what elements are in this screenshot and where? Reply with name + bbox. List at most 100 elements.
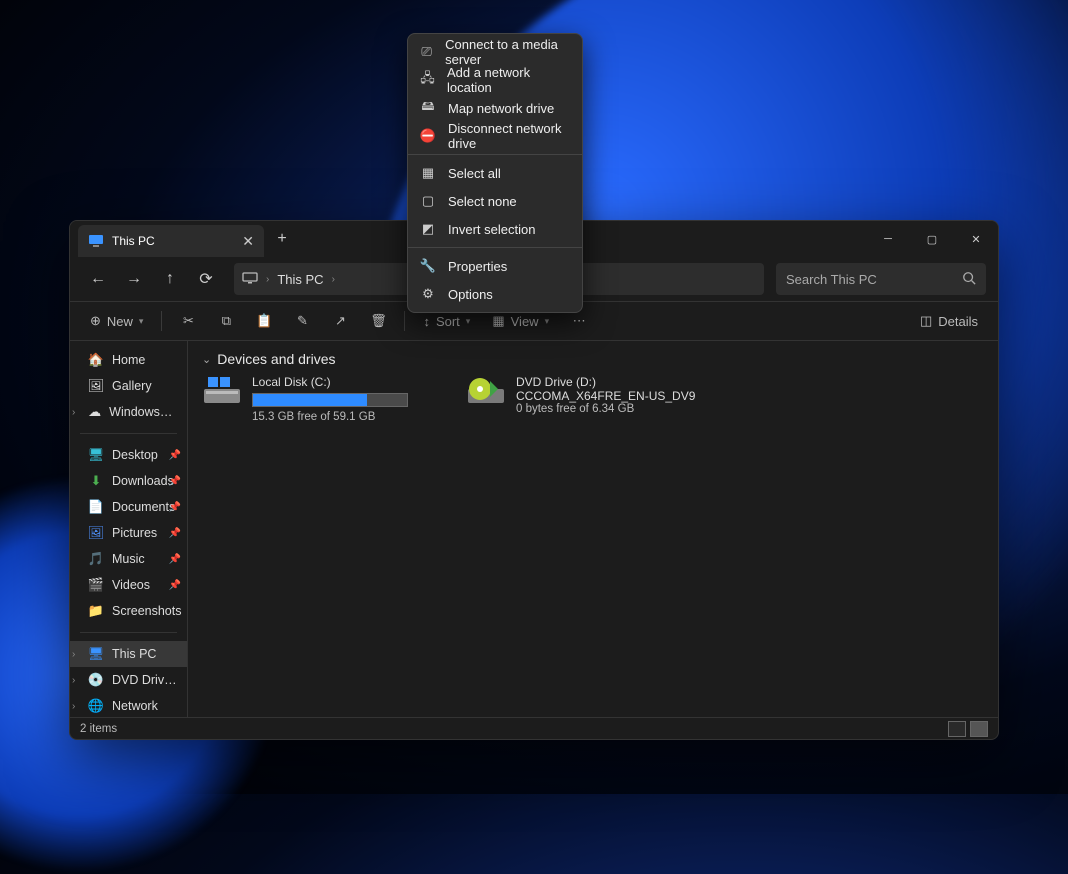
maximize-button[interactable]: ▢ (910, 221, 954, 257)
status-bar: 2 items (70, 717, 998, 739)
tab-this-pc[interactable]: This PC ✕ (78, 225, 264, 257)
tab-close-icon[interactable]: ✕ (242, 233, 254, 250)
chevron-right-icon[interactable]: › (72, 675, 75, 686)
ctx-connect-media-server[interactable]: ⎚Connect to a media server (408, 38, 582, 66)
ctx-label: Select all (448, 166, 501, 181)
up-button[interactable]: ↑ (154, 263, 186, 295)
paste-icon: 📋 (256, 313, 272, 329)
copy-button[interactable]: ⧉ (210, 307, 242, 335)
music-icon: 🎵 (88, 551, 104, 567)
forward-button[interactable]: → (118, 263, 150, 295)
sidebar-item-videos[interactable]: 🎬Videos📌 (70, 572, 187, 598)
ctx-label: Options (448, 287, 493, 302)
desktop-icon: 🖥 (88, 447, 104, 463)
sidebar-item-home[interactable]: 🏠Home (70, 347, 187, 373)
chevron-right-icon[interactable]: › (332, 274, 335, 285)
search-placeholder: Search This PC (786, 272, 877, 287)
sidebar-item-gallery[interactable]: 🖼Gallery (70, 373, 187, 399)
ctx-properties[interactable]: 🔧 Properties (408, 252, 582, 280)
back-button[interactable]: ← (82, 263, 114, 295)
network-icon: 🌐 (88, 698, 104, 714)
pin-icon[interactable]: 📌 (169, 580, 181, 591)
sidebar-item-label: This PC (112, 647, 156, 661)
drive-name: Local Disk (C:) (252, 375, 408, 389)
sort-icon: ↕ (423, 314, 430, 329)
share-icon: ↗ (335, 313, 346, 329)
group-header-devices[interactable]: ⌄ Devices and drives (202, 351, 984, 367)
drive-free-text: 0 bytes free of 6.34 GB (516, 403, 695, 415)
ctx-map-network-drive[interactable]: 🖴Map network drive (408, 94, 582, 122)
window-controls: ─ ▢ ✕ (866, 221, 998, 257)
ctx-disconnect-network-drive[interactable]: ⛔Disconnect network drive (408, 122, 582, 150)
sidebar-item-network[interactable]: › 🌐 Network (70, 693, 187, 717)
body: 🏠Home 🖼Gallery ›☁WindowsLatest 🖥 Desktop 📌… (70, 341, 998, 717)
ctx-options[interactable]: ⚙Options (408, 280, 582, 308)
view-details-toggle[interactable] (948, 721, 966, 737)
pin-icon[interactable]: 📌 (169, 554, 181, 565)
new-button[interactable]: ⊕ New ▾ (82, 307, 151, 335)
pin-icon[interactable]: 📌 (169, 528, 181, 539)
ctx-label: Properties (448, 259, 507, 274)
sidebar-item-dvd[interactable]: ›💿DVD Drive (D:) C (70, 667, 187, 693)
ctx-add-network-location[interactable]: 🖧Add a network location (408, 66, 582, 94)
sidebar-item-label: Desktop (112, 448, 158, 462)
share-button[interactable]: ↗ (324, 307, 356, 335)
sidebar-item-desktop[interactable]: 🖥 Desktop 📌 (70, 442, 187, 468)
sidebar-item-downloads[interactable]: ⬇Downloads📌 (70, 468, 187, 494)
refresh-button[interactable]: ⟳ (190, 263, 222, 295)
drive-dvd-d[interactable]: DVD Drive (D:) CCCOMA_X64FRE_EN-US_DV9 0… (466, 375, 706, 423)
drive-name: DVD Drive (D:) (516, 375, 695, 389)
monitor-icon (242, 270, 258, 289)
wrench-icon: 🔧 (420, 258, 436, 274)
sidebar-item-label: DVD Drive (D:) C (112, 673, 179, 687)
content-area: ⌄ Devices and drives Local Disk (C:) 15.… (188, 341, 998, 717)
separator (404, 311, 405, 331)
ctx-invert-selection[interactable]: ◩Invert selection (408, 215, 582, 243)
chevron-down-icon: ▾ (545, 316, 550, 327)
sidebar-item-this-pc[interactable]: ›🖥This PC (70, 641, 187, 667)
sidebar-item-documents[interactable]: 📄Documents📌 (70, 494, 187, 520)
chevron-right-icon[interactable]: › (72, 407, 75, 418)
paste-button[interactable]: 📋 (248, 307, 280, 335)
chevron-down-icon: ⌄ (202, 353, 211, 366)
context-menu: ⎚Connect to a media server 🖧Add a networ… (407, 33, 583, 313)
search-input[interactable]: Search This PC (776, 263, 986, 295)
hdd-icon (202, 375, 242, 407)
details-pane-button[interactable]: ◫ Details (912, 307, 986, 335)
ctx-label: Map network drive (448, 101, 554, 116)
chevron-down-icon: ▾ (466, 316, 471, 327)
drive-local-c[interactable]: Local Disk (C:) 15.3 GB free of 59.1 GB (202, 375, 442, 423)
details-label: Details (938, 314, 978, 329)
sidebar-item-label: Music (112, 552, 145, 566)
view-thumbnails-toggle[interactable] (970, 721, 988, 737)
pin-icon[interactable]: 📌 (169, 450, 181, 461)
sidebar-item-label: Network (112, 699, 158, 713)
rename-button[interactable]: ✎ (286, 307, 318, 335)
pin-icon[interactable]: 📌 (169, 476, 181, 487)
sidebar-item-pictures[interactable]: 🖼Pictures📌 (70, 520, 187, 546)
separator (408, 154, 582, 155)
ellipsis-icon: ⋯ (573, 313, 586, 329)
ctx-select-all[interactable]: ▦ Select all (408, 159, 582, 187)
drive-label: CCCOMA_X64FRE_EN-US_DV9 (516, 389, 695, 403)
network-location-icon: 🖧 (420, 72, 435, 88)
disconnect-drive-icon: ⛔ (420, 128, 436, 144)
separator (161, 311, 162, 331)
sidebar-item-windowslatest[interactable]: ›☁WindowsLatest (70, 399, 187, 425)
select-all-icon: ▦ (420, 165, 436, 181)
close-button[interactable]: ✕ (954, 221, 998, 257)
cut-button[interactable]: ✂ (172, 307, 204, 335)
pin-icon[interactable]: 📌 (169, 502, 181, 513)
home-icon: 🏠 (88, 352, 104, 368)
new-tab-button[interactable]: + (264, 221, 300, 257)
chevron-right-icon[interactable]: › (72, 701, 75, 712)
breadcrumb-location[interactable]: This PC (277, 272, 323, 287)
ctx-label: Select none (448, 194, 517, 209)
chevron-down-icon: ▾ (139, 316, 144, 327)
chevron-right-icon[interactable]: › (72, 649, 75, 660)
sidebar-item-screenshots[interactable]: 📁Screenshots (70, 598, 187, 624)
sidebar-item-music[interactable]: 🎵 Music 📌 (70, 546, 187, 572)
ctx-select-none[interactable]: ▢Select none (408, 187, 582, 215)
delete-button[interactable]: 🗑 (362, 307, 394, 335)
minimize-button[interactable]: ─ (866, 221, 910, 257)
